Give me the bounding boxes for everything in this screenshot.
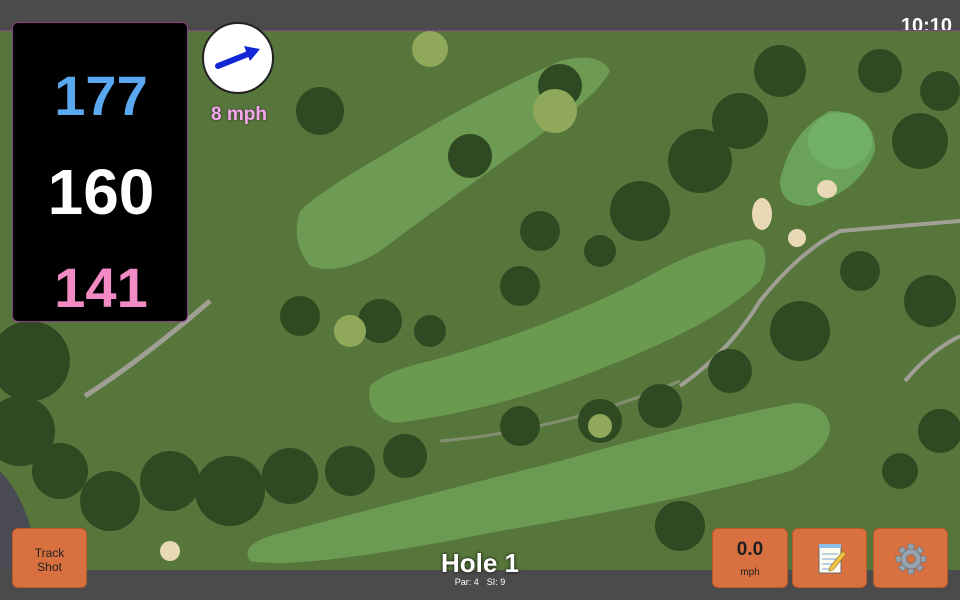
wind-indicator (202, 22, 274, 94)
settings-button[interactable] (873, 528, 948, 588)
front-distance: 141 (54, 256, 148, 319)
middle-distance: 160 (47, 156, 155, 228)
hole-par: Par: 4 (454, 577, 479, 587)
track-shot-button[interactable]: Track Shot (12, 528, 87, 588)
shot-speed-button[interactable]: 0.0 mph (712, 528, 788, 588)
track-shot-label-line1: Track (34, 546, 65, 560)
arrow-icon (215, 46, 260, 69)
notepad-icon (818, 544, 846, 574)
hole-details: Par: 4 SI: 9 (380, 577, 580, 587)
back-distance: 177 (54, 64, 148, 127)
track-shot-label-line2: Shot (37, 560, 62, 574)
hole-stroke-index: SI: 9 (486, 577, 506, 587)
distance-panel: 177 160 141 (12, 22, 188, 322)
shot-speed-unit: mph (740, 567, 760, 578)
gear-icon (895, 543, 927, 575)
shot-speed-value: 0.0 (736, 539, 764, 560)
notes-button[interactable] (792, 528, 867, 588)
wind-speed: 8 mph (211, 104, 267, 125)
hole-title: Hole 1 (440, 548, 520, 578)
